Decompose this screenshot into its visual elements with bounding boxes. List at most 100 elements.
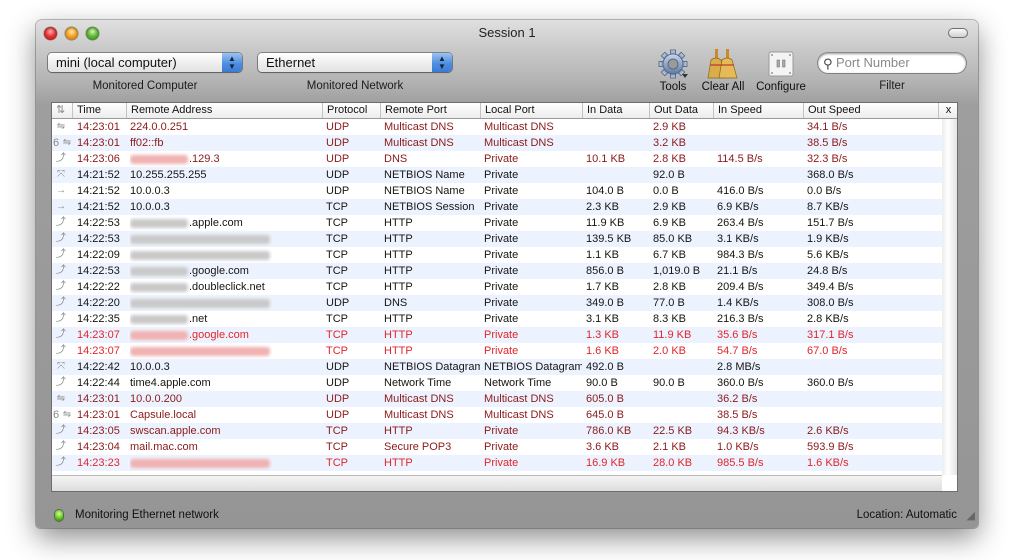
multicast-icon: ⇋ [56,121,66,132]
time-cell: 14:23:06 [77,153,120,165]
popup-arrows-icon: ▲ ▼ [222,53,242,72]
in-data-cell: 11.9 KB [586,217,625,229]
column-header-out-data[interactable]: Out Data [649,103,713,118]
table-row[interactable]: ⤴ 14:23:06 .129.3 UDP DNS Private 10.1 K… [52,151,942,167]
out-speed-cell [807,407,937,423]
in-data-cell: 16.9 KB [586,457,626,469]
local-port-cell: NETBIOS Datagram [484,361,582,373]
remote-address-cell [130,247,320,263]
table-row[interactable]: ⤴ 14:22:44 time4.apple.com UDP Network T… [52,375,942,391]
column-header-in-data[interactable]: In Data [582,103,649,118]
table-row[interactable]: ⤴ 14:22:53 TCP HTTP Private 139.5 KB 85.… [52,231,942,247]
time-cell: 14:22:20 [77,297,120,309]
protocol-cell: UDP [326,169,350,181]
out-speed-cell: 32.3 B/s [807,153,848,165]
table-row[interactable]: ⤴ 14:22:53 .apple.com TCP HTTP Private 1… [52,215,942,231]
local-port-cell: Network Time [484,377,552,389]
remote-port-cell: NETBIOS Datagram [384,361,480,373]
tools-label: Tools [659,81,687,93]
table-row[interactable]: → 14:21:52 10.0.0.3 TCP NETBIOS Session … [52,199,942,215]
local-port-cell: Private [484,313,519,325]
remote-address-text: 224.0.0.251 [130,121,189,133]
sort-direction-icon[interactable]: ⇅ [52,103,72,118]
redacted-text [130,298,270,308]
table-row[interactable]: ⤴ 14:23:07 .google.com TCP HTTP Private … [52,327,942,343]
in-speed-cell: 54.7 B/s [717,345,758,357]
horizontal-scrollbar[interactable] [52,475,942,491]
monitored-network-select[interactable]: Ethernet ▲ ▼ [258,53,452,72]
outgoing-connection-icon: ⤴ [56,153,66,164]
time-cell: 14:23:04 [77,441,120,453]
in-data-cell: 3.6 KB [586,441,620,453]
column-header-protocol[interactable]: Protocol [322,103,380,118]
table-row[interactable]: ⇋ 14:23:01 10.0.0.200 UDP Multicast DNS … [52,391,942,407]
column-header-in-speed[interactable]: In Speed [713,103,803,118]
clear-all-button[interactable]: Clear All [698,48,748,93]
configure-button[interactable]: Configure [756,48,806,93]
out-data-cell: 6.9 KB [653,217,687,229]
table-body: ⇋ 14:23:01 224.0.0.251 UDP Multicast DNS… [52,119,942,471]
protocol-cell: TCP [326,201,348,213]
in-speed-cell: 263.4 B/s [717,217,764,229]
protocol-cell: UDP [326,393,350,405]
in-speed-cell: 416.0 B/s [717,185,764,197]
table-row[interactable]: ⤴ 14:22:22 .doubleclick.net TCP HTTP Pri… [52,279,942,295]
filter-label: Filter [879,80,905,92]
column-header-remote-port[interactable]: Remote Port [380,103,480,118]
toolbar-toggle-button[interactable] [948,28,968,38]
time-cell: 14:22:42 [77,361,120,373]
table-row[interactable]: ⤴ 14:23:23 TCP HTTP Private 16.9 KB 28.0… [52,455,942,471]
table-row[interactable]: ⤴ 14:22:09 TCP HTTP Private 1.1 KB 6.7 K… [52,247,942,263]
table-row[interactable]: ⤴ 14:22:53 .google.com TCP HTTP Private … [52,263,942,279]
out-data-cell: 22.5 KB [653,425,693,437]
resize-grip-icon[interactable]: ◢ [967,509,975,522]
in-speed-cell: 985.5 B/s [717,457,764,469]
in-speed-cell: 38.5 B/s [717,409,758,421]
out-speed-cell: 8.7 KB/s [807,201,849,213]
column-header-remote-address[interactable]: Remote Address [126,103,322,118]
table-row[interactable]: ⤴ 14:23:04 mail.mac.com TCP Secure POP3 … [52,439,942,455]
remote-port-cell: DNS [384,297,408,309]
vertical-scrollbar[interactable] [942,119,957,475]
table-row[interactable]: ⤴ 14:22:20 UDP DNS Private 349.0 B 77.0 … [52,295,942,311]
remote-address-text: time4.apple.com [130,377,211,389]
monitored-computer-select[interactable]: mini (local computer) ▲ ▼ [48,53,242,72]
remote-address-text: 10.0.0.200 [130,393,182,405]
table-row[interactable]: → 14:21:52 10.0.0.3 UDP NETBIOS Name Pri… [52,183,942,199]
remote-address-cell: .google.com [130,263,320,279]
redacted-text [130,234,270,244]
remote-address-cell: mail.mac.com [130,439,320,455]
monitored-network-label: Monitored Network [306,80,404,92]
in-data-cell: 3.1 KB [586,313,620,325]
in-speed-cell: 984.3 B/s [717,249,764,261]
table-row[interactable]: ⤴ 14:22:35 .net TCP HTTP Private 3.1 KB … [52,311,942,327]
multicast-icon: ⇋ [62,137,72,148]
port-filter-field[interactable]: ⚲ [818,53,966,73]
table-row[interactable]: ⤴ 14:23:05 swscan.apple.com TCP HTTP Pri… [52,423,942,439]
outgoing-connection-icon: ⤴ [56,233,66,244]
close-column-button[interactable]: x [938,103,957,118]
table-row[interactable]: 6 ⇋ 14:23:01 Capsule.local UDP Multicast… [52,407,942,423]
protocol-cell: TCP [326,425,348,437]
time-cell: 14:23:01 [77,393,120,405]
remote-address-cell: .doubleclick.net [130,279,320,295]
local-port-cell: Private [484,217,519,229]
time-cell: 14:23:07 [77,329,120,341]
table-row[interactable]: 6 ⇋ 14:23:01 ff02::fb UDP Multicast DNS … [52,135,942,151]
remote-address-text: 10.255.255.255 [130,169,207,181]
table-row[interactable]: ⤧ 14:21:52 10.255.255.255 UDP NETBIOS Na… [52,167,942,183]
tools-button[interactable]: Tools [648,48,698,93]
column-header-local-port[interactable]: Local Port [480,103,582,118]
table-row[interactable]: ⇋ 14:23:01 224.0.0.251 UDP Multicast DNS… [52,119,942,135]
column-header-time[interactable]: Time [72,103,126,118]
table-row[interactable]: ⤧ 14:22:42 10.0.0.3 UDP NETBIOS Datagram… [52,359,942,375]
location-text: Location: Automatic [856,509,957,521]
protocol-cell: TCP [326,249,348,261]
redacted-text [130,458,270,468]
in-data-cell: 786.0 KB [586,425,632,437]
table-row[interactable]: ⤴ 14:23:07 TCP HTTP Private 1.6 KB 2.0 K… [52,343,942,359]
app-window: Session 1 mini (local computer) ▲ ▼ Monit… [36,20,978,528]
column-header-out-speed[interactable]: Out Speed [803,103,938,118]
port-filter-input[interactable] [836,54,960,71]
remote-address-text: .apple.com [189,217,243,229]
